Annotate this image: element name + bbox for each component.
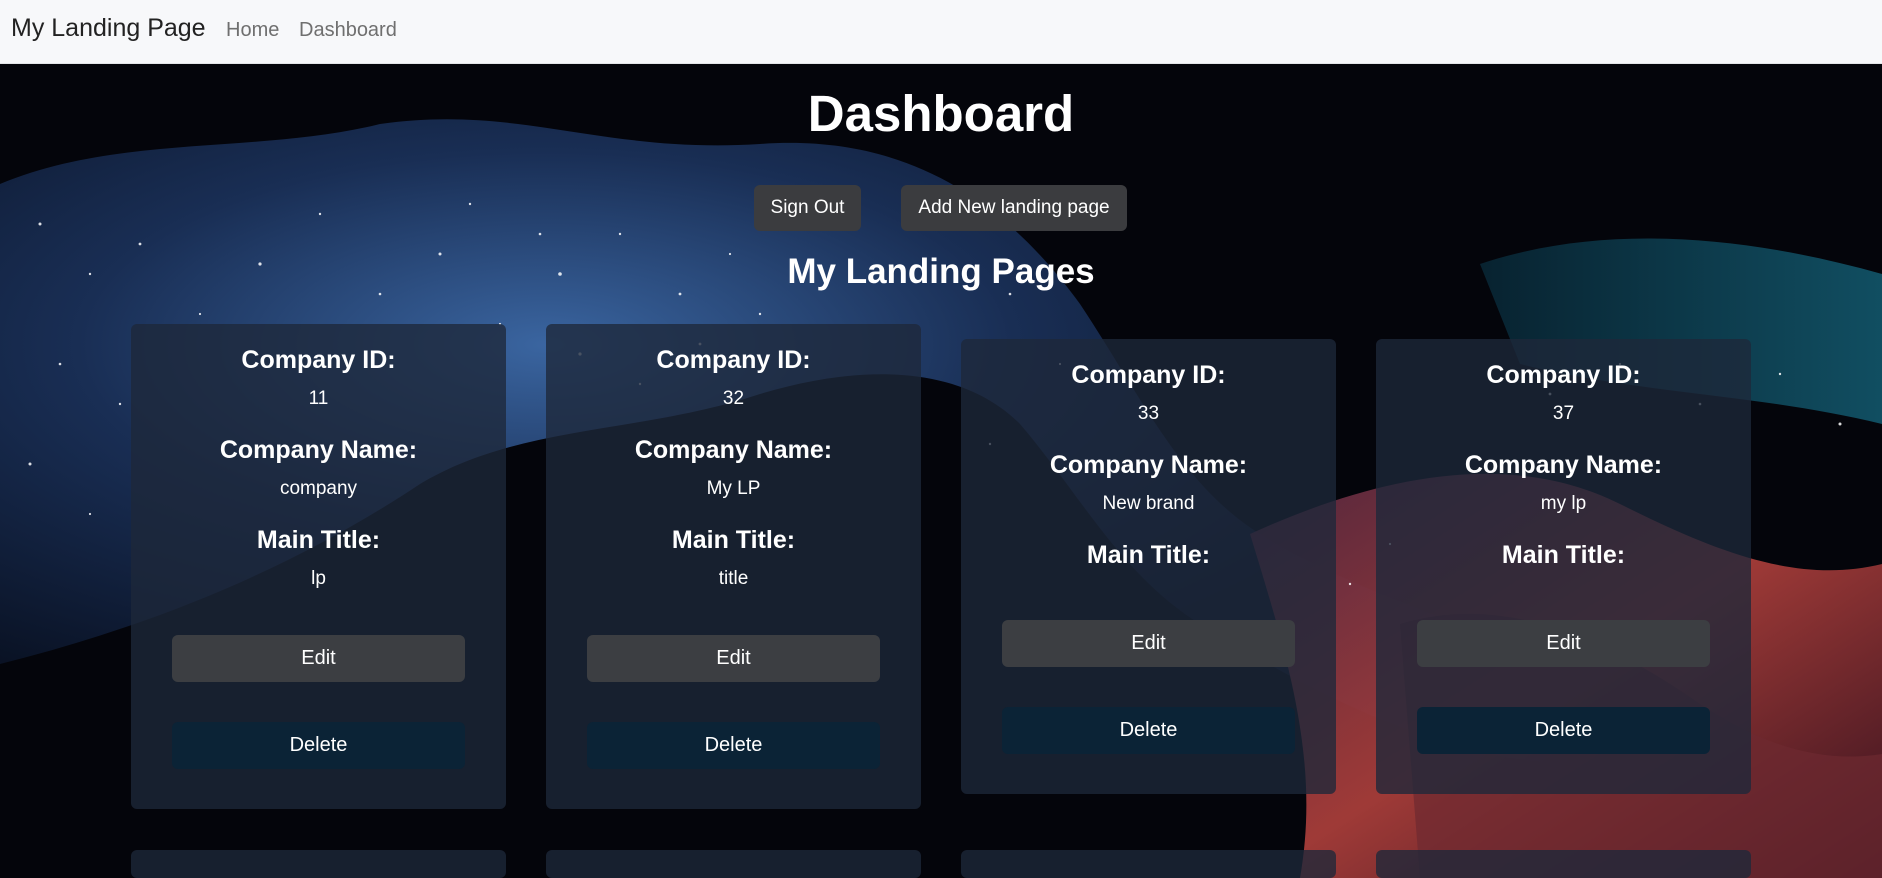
delete-button[interactable]: Delete [1417, 707, 1710, 754]
page-title: Dashboard [807, 85, 1075, 142]
company-name-label: Company Name: [634, 436, 833, 464]
company-name-value: My LP [706, 478, 761, 499]
landing-page-card [1376, 850, 1751, 878]
edit-button[interactable]: Edit [1417, 620, 1710, 667]
company-id-value: 32 [722, 388, 745, 409]
landing-page-card [131, 850, 506, 878]
section-title: My Landing Pages [787, 252, 1095, 291]
company-id-label: Company ID: [1071, 361, 1226, 389]
company-id-value: 11 [308, 388, 329, 409]
main-title-label: Main Title: [1086, 541, 1211, 569]
sign-out-button[interactable]: Sign Out [754, 185, 861, 231]
company-name-label: Company Name: [1049, 451, 1248, 479]
landing-page-card: Company ID: 32 Company Name: My LP Main … [546, 324, 921, 809]
nav-link-home[interactable]: Home [226, 19, 279, 42]
landing-page-card [546, 850, 921, 878]
company-id-label: Company ID: [656, 346, 811, 374]
edit-button[interactable]: Edit [1002, 620, 1295, 667]
delete-button[interactable]: Delete [587, 722, 880, 769]
company-name-label: Company Name: [219, 436, 418, 464]
nav-link-dashboard[interactable]: Dashboard [299, 19, 397, 42]
main-title-label: Main Title: [256, 526, 381, 554]
landing-page-card: Company ID: 33 Company Name: New brand M… [961, 339, 1336, 794]
delete-button[interactable]: Delete [1002, 707, 1295, 754]
landing-page-card: Company ID: 11 Company Name: company Mai… [131, 324, 506, 809]
main-title-value: lp [311, 568, 326, 589]
company-id-label: Company ID: [241, 346, 396, 374]
company-id-value: 37 [1552, 403, 1575, 424]
landing-page-card: Company ID: 37 Company Name: my lp Main … [1376, 339, 1751, 794]
navbar: My Landing Page Home Dashboard [0, 0, 1882, 64]
main-title-value: title [718, 568, 749, 589]
company-name-label: Company Name: [1464, 451, 1663, 479]
company-name-value: New brand [1102, 493, 1195, 514]
add-new-landing-page-button[interactable]: Add New landing page [901, 185, 1127, 231]
edit-button[interactable]: Edit [172, 635, 465, 682]
company-name-value: my lp [1540, 493, 1587, 514]
company-name-value: company [279, 478, 358, 499]
delete-button[interactable]: Delete [172, 722, 465, 769]
edit-button[interactable]: Edit [587, 635, 880, 682]
main-title-label: Main Title: [671, 526, 796, 554]
company-id-value: 33 [1137, 403, 1160, 424]
brand-link[interactable]: My Landing Page [11, 14, 206, 43]
main-title-label: Main Title: [1501, 541, 1626, 569]
company-id-label: Company ID: [1486, 361, 1641, 389]
landing-page-card [961, 850, 1336, 878]
